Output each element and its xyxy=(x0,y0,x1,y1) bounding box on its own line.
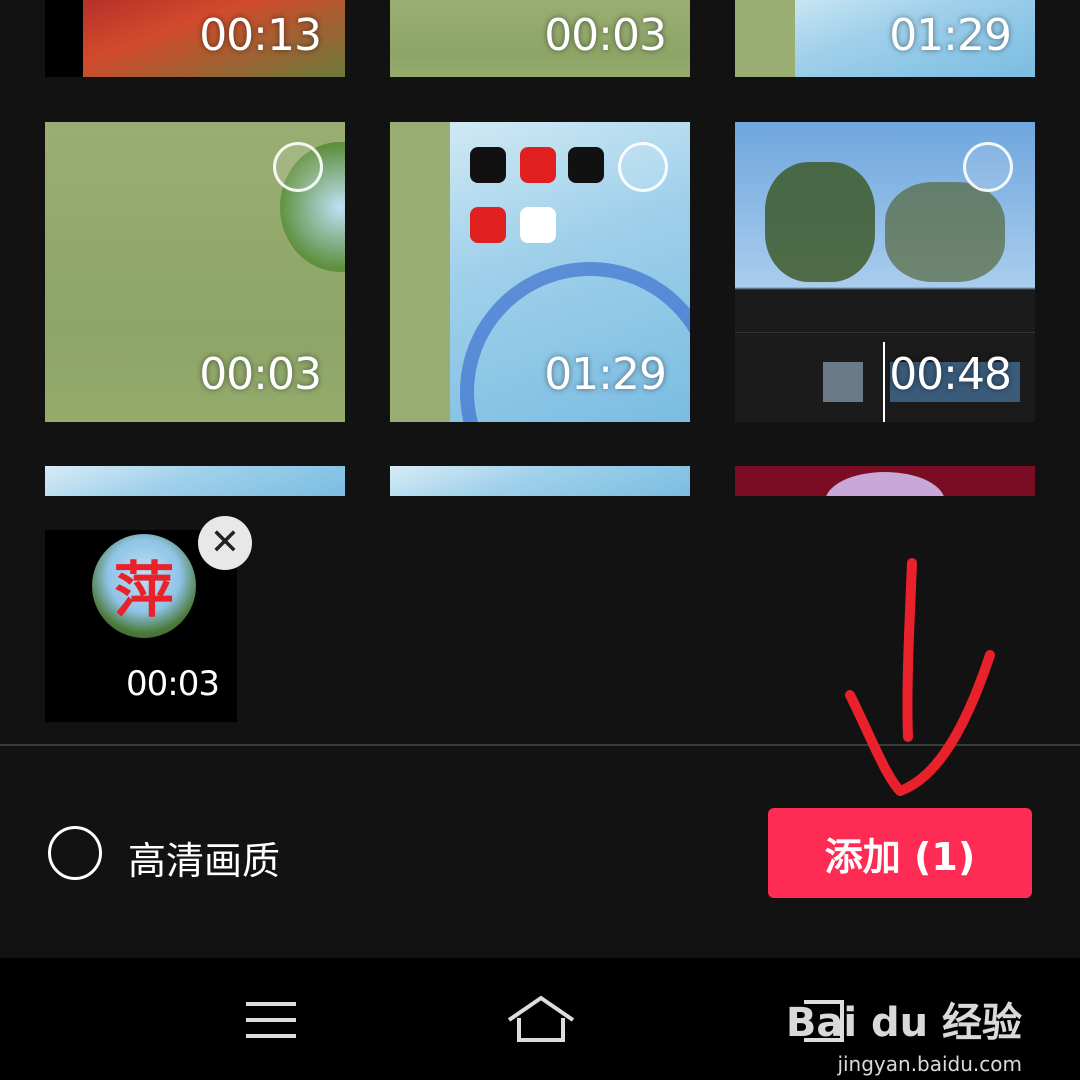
duration-label: 00:03 xyxy=(544,10,667,61)
app-icon xyxy=(568,147,604,183)
media-thumbnail[interactable] xyxy=(45,466,345,496)
media-thumbnail[interactable] xyxy=(735,466,1035,496)
duration-label: 00:13 xyxy=(199,10,322,61)
watermark-url: jingyan.baidu.com xyxy=(837,1052,1022,1076)
arrow-shaft xyxy=(902,558,917,742)
playhead xyxy=(883,342,885,422)
select-circle[interactable] xyxy=(963,142,1013,192)
app-icon xyxy=(520,207,556,243)
hd-quality-label: 高清画质 xyxy=(128,839,281,883)
duration-label: 00:03 xyxy=(126,664,220,704)
tree-silhouette xyxy=(885,182,1005,282)
add-button[interactable]: 添加 (1) xyxy=(768,808,1032,898)
close-icon: ✕ xyxy=(209,522,241,563)
app-icon xyxy=(520,147,556,183)
tree-silhouette xyxy=(765,162,875,282)
media-thumbnail[interactable]: 01:29 xyxy=(735,0,1035,77)
media-thumbnail[interactable]: 00:03 xyxy=(390,0,690,77)
select-circle[interactable] xyxy=(618,142,668,192)
duration-label: 00:03 xyxy=(199,349,322,400)
watermark: Bai du 经验 jingyan.baidu.com xyxy=(786,990,1022,1076)
hd-quality-toggle[interactable] xyxy=(48,826,102,880)
app-icon xyxy=(470,207,506,243)
preview-glyph: 萍 xyxy=(114,556,174,626)
menu-icon[interactable] xyxy=(246,1000,296,1040)
app-icon xyxy=(470,147,506,183)
media-thumbnail[interactable]: 01:29 xyxy=(390,122,690,422)
annotation-arrow xyxy=(845,558,995,796)
select-circle[interactable] xyxy=(273,142,323,192)
clip-thumb xyxy=(823,362,863,402)
media-thumbnail[interactable]: 00:13 xyxy=(45,0,345,77)
media-thumbnail[interactable]: 00:03 xyxy=(45,122,345,422)
home-icon[interactable] xyxy=(505,994,577,1044)
media-thumbnail[interactable] xyxy=(390,466,690,496)
watermark-logo: Bai du 经验 xyxy=(785,1000,1022,1046)
arrow-head xyxy=(845,650,995,796)
duration-label: 00:48 xyxy=(889,349,1012,400)
remove-button[interactable]: ✕ xyxy=(198,516,252,570)
duration-label: 01:29 xyxy=(889,10,1012,61)
duration-label: 01:29 xyxy=(544,349,667,400)
selected-clip-preview: 萍 xyxy=(92,534,196,638)
media-thumbnail[interactable]: 00:48 xyxy=(735,122,1035,422)
